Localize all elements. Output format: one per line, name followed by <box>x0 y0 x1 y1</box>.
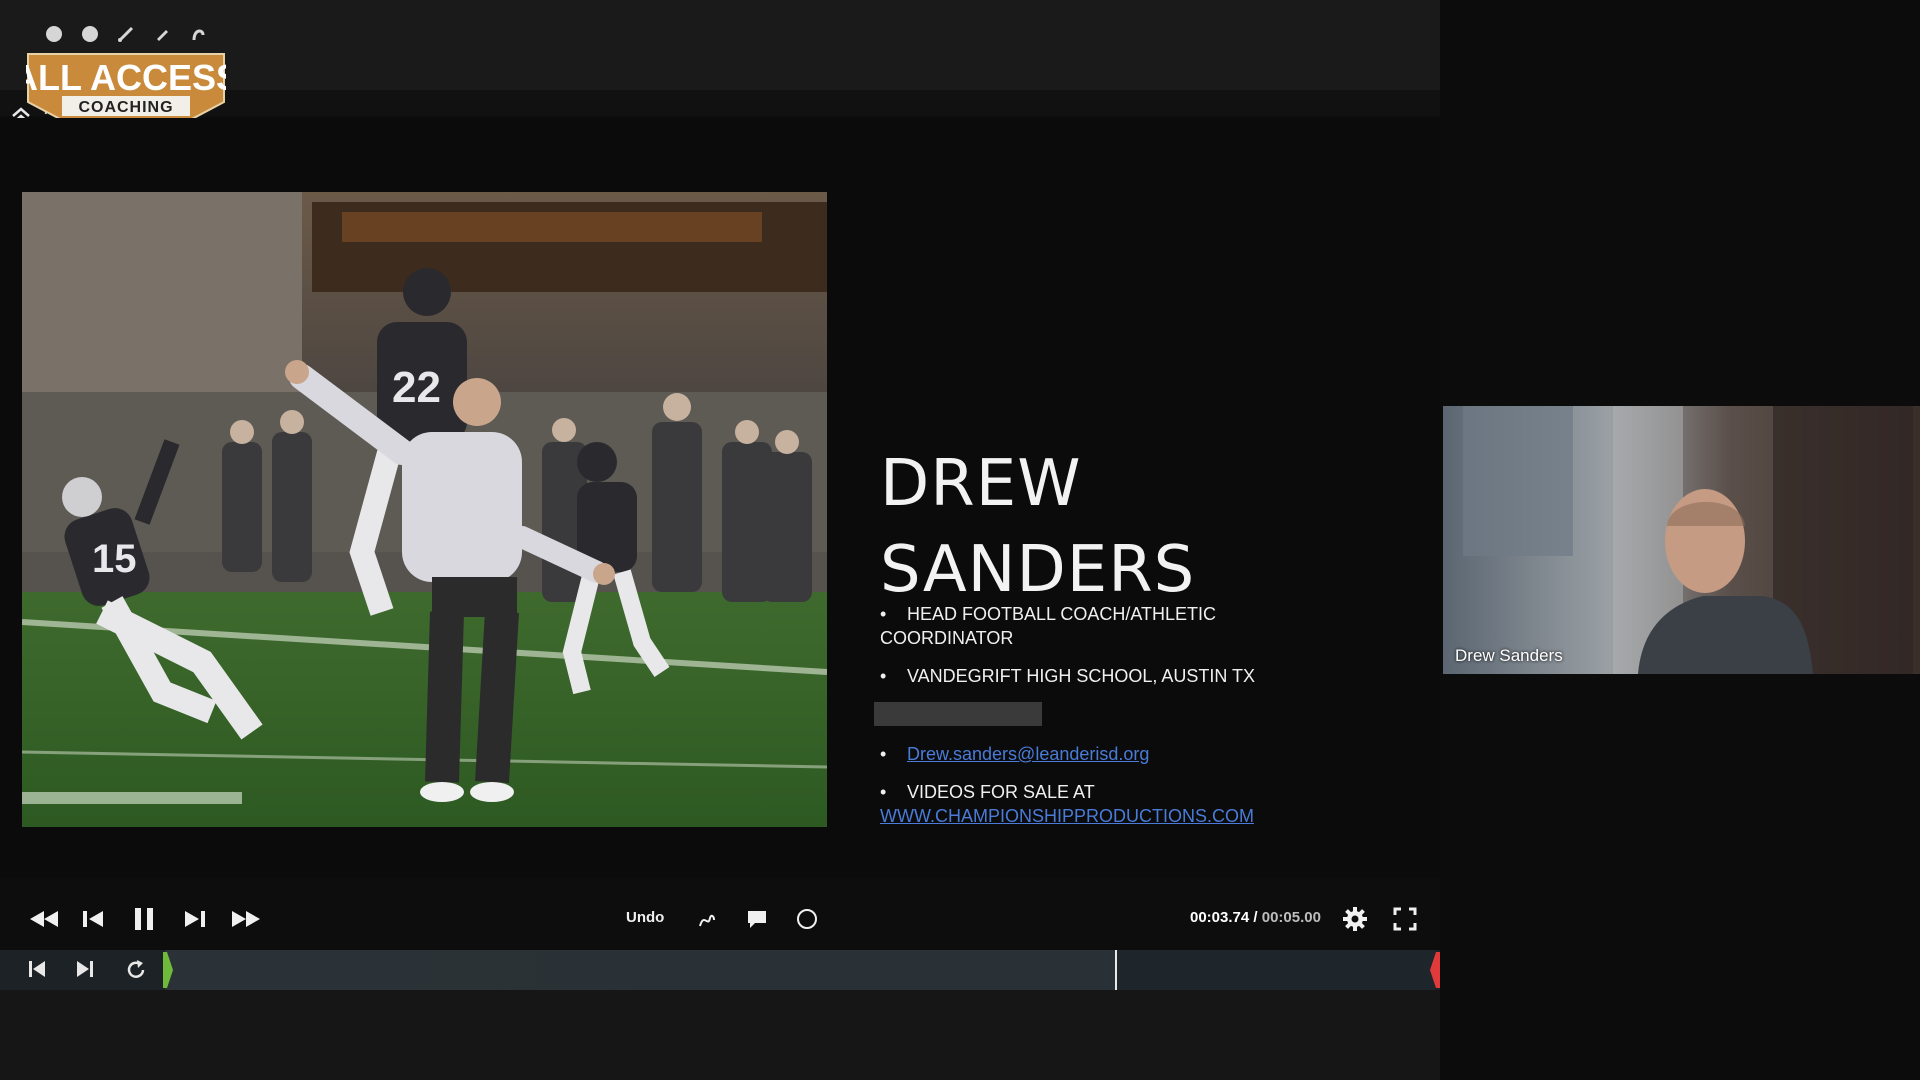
participant-name: Drew Sanders <box>1455 646 1563 665</box>
timeline-bar <box>0 950 1440 990</box>
redacted-bar <box>874 702 1042 726</box>
bullet-item: • VANDEGRIFT HIGH SCHOOL, AUSTIN TX <box>880 664 1320 688</box>
participant-video-tile[interactable]: Drew Sanders <box>1443 406 1920 674</box>
replay-icon[interactable] <box>124 958 148 987</box>
step-forward-icon[interactable] <box>180 904 210 934</box>
fast-forward-icon[interactable] <box>228 904 264 934</box>
pencil-tool-icon[interactable] <box>152 24 172 44</box>
website-link[interactable]: WWW.CHAMPIONSHIPPRODUCTIONS.COM <box>880 806 1254 826</box>
skip-start-icon[interactable] <box>26 958 48 985</box>
line-tool-icon[interactable] <box>116 24 136 44</box>
dot-tool-icon[interactable] <box>44 24 64 44</box>
bullet-school: VANDEGRIFT HIGH SCHOOL, AUSTIN TX <box>907 666 1256 686</box>
bullet-glyph: • <box>880 666 887 686</box>
circle-icon[interactable] <box>794 904 820 934</box>
email-link[interactable]: Drew.sanders@leanderisd.org <box>907 744 1149 764</box>
time-separator: / <box>1249 909 1262 926</box>
bullet-glyph: • <box>880 604 887 624</box>
comment-icon[interactable] <box>744 904 770 934</box>
curve-tool-icon[interactable] <box>188 24 208 44</box>
undo-button[interactable]: Undo <box>626 909 664 926</box>
title-first-name: DREW <box>880 446 1082 521</box>
logo-line2: COACHING <box>78 99 173 116</box>
skip-end-icon[interactable] <box>74 958 96 985</box>
slide-title: DREW SANDERS <box>880 441 1330 613</box>
time-display: 00:03.74 / 00:05.00 <box>1190 909 1321 926</box>
logo-line1: ALL ACCESS <box>26 57 226 98</box>
bullet-role: HEAD FOOTBALL COACH/ATHLETIC COORDINATOR <box>880 604 1217 648</box>
presentation-slide: 15 22 DREW SANDERS • HEAD FOOTBALL COACH… <box>0 118 1440 878</box>
drawing-tools <box>44 24 208 44</box>
playback-controls: Undo 00:03.74 / 00:05.00 <box>0 896 1440 942</box>
fullscreen-icon[interactable] <box>1390 904 1420 934</box>
rewind-icon[interactable] <box>26 904 62 934</box>
bullet-item: • Drew.sanders@leanderisd.org <box>880 742 1320 766</box>
bottom-panel <box>0 990 1440 1080</box>
bullet-glyph: • <box>880 744 887 764</box>
video-player: PL 28 ALL ACCESS COACHING <box>0 0 1440 1080</box>
settings-icon[interactable] <box>1340 904 1370 934</box>
bullet-item: • HEAD FOOTBALL COACH/ATHLETIC COORDINATO… <box>880 602 1320 650</box>
svg-text:22: 22 <box>392 363 441 412</box>
title-last-name: SANDERS <box>880 532 1196 607</box>
draw-icon[interactable] <box>694 904 720 934</box>
dot-tool-icon[interactable] <box>80 24 100 44</box>
timeline-remaining <box>1114 950 1435 990</box>
time-current: 00:03.74 <box>1190 909 1250 926</box>
svg-text:15: 15 <box>92 537 137 581</box>
slide-bullet-list: • HEAD FOOTBALL COACH/ATHLETIC COORDINATO… <box>874 602 1320 842</box>
time-total: 00:05.00 <box>1261 909 1321 926</box>
step-back-icon[interactable] <box>78 904 108 934</box>
pause-icon[interactable] <box>128 904 160 934</box>
bullet-videos: VIDEOS FOR SALE AT <box>907 782 1095 802</box>
coach-photo: 15 22 <box>22 192 827 827</box>
bullet-glyph: • <box>880 782 887 802</box>
bullet-item: • VIDEOS FOR SALE AT WWW.CHAMPIONSHIPPROD… <box>880 780 1320 828</box>
playhead[interactable] <box>1114 950 1117 990</box>
